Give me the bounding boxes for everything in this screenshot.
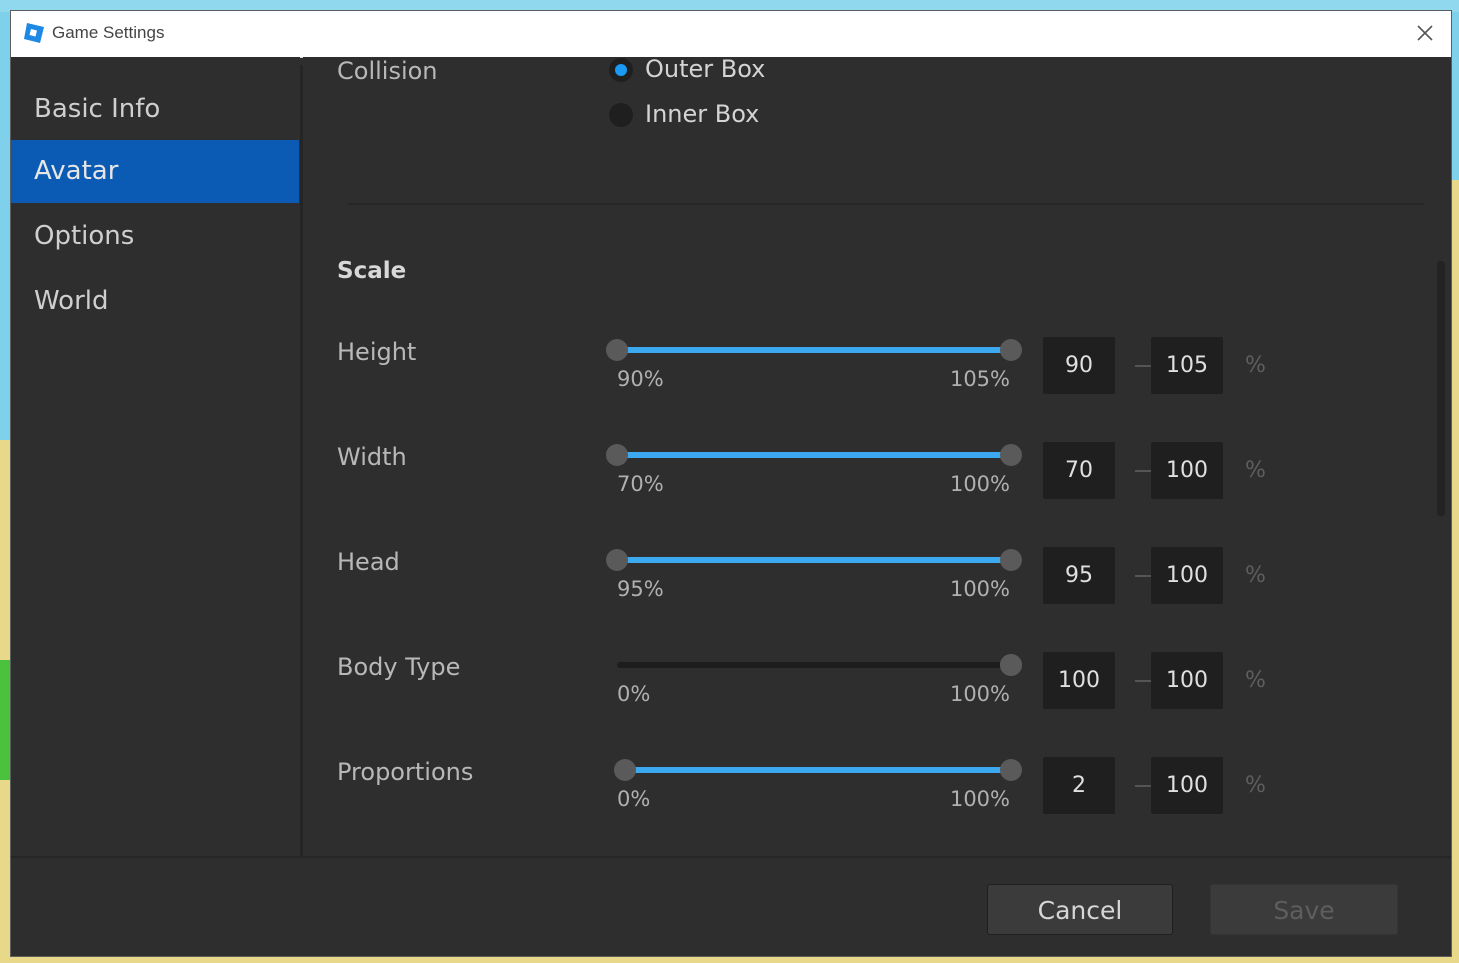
- scale-label-height: Height: [337, 338, 417, 366]
- percent-unit: %: [1245, 458, 1266, 483]
- height-min-input[interactable]: 90: [1043, 337, 1115, 394]
- roblox-studio-icon: [24, 23, 44, 43]
- scale-label-width: Width: [337, 443, 407, 471]
- slider-max-label: 100%: [949, 577, 1010, 601]
- slider-min-label: 90%: [617, 367, 664, 391]
- range-dash: [1135, 470, 1151, 472]
- radio-outer-box[interactable]: Outer Box: [609, 57, 789, 87]
- background-scene-right: [1451, 180, 1459, 963]
- sidebar-item-basic-info[interactable]: Basic Info: [11, 78, 299, 141]
- height-range-slider[interactable]: [606, 338, 1022, 362]
- game-settings-dialog: Game Settings Basic Info Avatar Options …: [11, 11, 1451, 956]
- head-range-slider[interactable]: [606, 548, 1022, 572]
- scale-label-body-type: Body Type: [337, 653, 461, 681]
- width-min-input[interactable]: 70: [1043, 442, 1115, 499]
- percent-unit: %: [1245, 668, 1266, 693]
- collision-label: Collision: [337, 57, 438, 85]
- slider-thumb-min[interactable]: [606, 549, 628, 571]
- slider-thumb-min[interactable]: [613, 759, 636, 781]
- width-max-input[interactable]: 100: [1151, 442, 1223, 499]
- body-type-range-slider[interactable]: [617, 653, 1022, 677]
- width-range-slider[interactable]: [606, 443, 1022, 467]
- close-icon[interactable]: [1413, 21, 1437, 45]
- slider-thumb-max[interactable]: [1000, 549, 1022, 571]
- scale-heading: Scale: [337, 258, 407, 284]
- sidebar-item-options[interactable]: Options: [11, 205, 299, 268]
- slider-thumb-min[interactable]: [606, 444, 628, 466]
- proportions-range-slider[interactable]: [613, 758, 1022, 782]
- body-type-max-input[interactable]: 100: [1151, 652, 1223, 709]
- slider-min-label: 70%: [617, 472, 664, 496]
- slider-thumb-max[interactable]: [1000, 759, 1022, 781]
- slider-max-label: 100%: [949, 787, 1010, 811]
- window-title: Game Settings: [52, 23, 165, 42]
- radio-label-inner-box: Inner Box: [645, 100, 760, 128]
- scrollbar-thumb[interactable]: [1437, 261, 1445, 516]
- background-scene-bottom: [0, 955, 1459, 963]
- slider-thumb-max[interactable]: [1000, 339, 1022, 361]
- head-min-input[interactable]: 95: [1043, 547, 1115, 604]
- proportions-min-input[interactable]: 2: [1043, 757, 1115, 814]
- slider-max-label: 100%: [949, 682, 1010, 706]
- percent-unit: %: [1245, 353, 1266, 378]
- scale-label-proportions: Proportions: [337, 758, 474, 786]
- scale-label-head: Head: [337, 548, 400, 576]
- body-type-min-input[interactable]: 100: [1043, 652, 1115, 709]
- slider-thumb-max[interactable]: [1000, 444, 1022, 466]
- radio-label-outer-box: Outer Box: [645, 57, 766, 83]
- head-max-input[interactable]: 100: [1151, 547, 1223, 604]
- sidebar-item-world[interactable]: World: [11, 270, 299, 333]
- radio-inner-box[interactable]: Inner Box: [609, 100, 789, 132]
- slider-min-label: 0%: [617, 682, 651, 706]
- avatar-settings-panel: Collision Outer Box Inner Box Scale Heig…: [303, 57, 1433, 856]
- range-dash: [1135, 680, 1151, 682]
- cancel-button[interactable]: Cancel: [987, 884, 1173, 935]
- radio-button-inner-box[interactable]: [609, 103, 633, 127]
- slider-thumb-min[interactable]: [606, 339, 628, 361]
- slider-thumb-max[interactable]: [1000, 654, 1022, 676]
- slider-max-label: 105%: [949, 367, 1010, 391]
- sidebar-item-avatar[interactable]: Avatar: [11, 140, 299, 203]
- height-max-input[interactable]: 105: [1151, 337, 1223, 394]
- slider-min-label: 95%: [617, 577, 664, 601]
- range-dash: [1135, 365, 1151, 367]
- percent-unit: %: [1245, 773, 1266, 798]
- title-bar: Game Settings: [11, 11, 1451, 58]
- section-divider: [348, 203, 1424, 205]
- range-dash: [1135, 785, 1151, 787]
- radio-button-outer-box[interactable]: [609, 58, 633, 82]
- save-button[interactable]: Save: [1210, 884, 1398, 935]
- percent-unit: %: [1245, 563, 1266, 588]
- proportions-max-input[interactable]: 100: [1151, 757, 1223, 814]
- slider-max-label: 100%: [949, 472, 1010, 496]
- slider-min-label: 0%: [617, 787, 651, 811]
- range-dash: [1135, 575, 1151, 577]
- dialog-footer: Cancel Save: [11, 856, 1451, 956]
- settings-sidebar: Basic Info Avatar Options World: [11, 57, 300, 856]
